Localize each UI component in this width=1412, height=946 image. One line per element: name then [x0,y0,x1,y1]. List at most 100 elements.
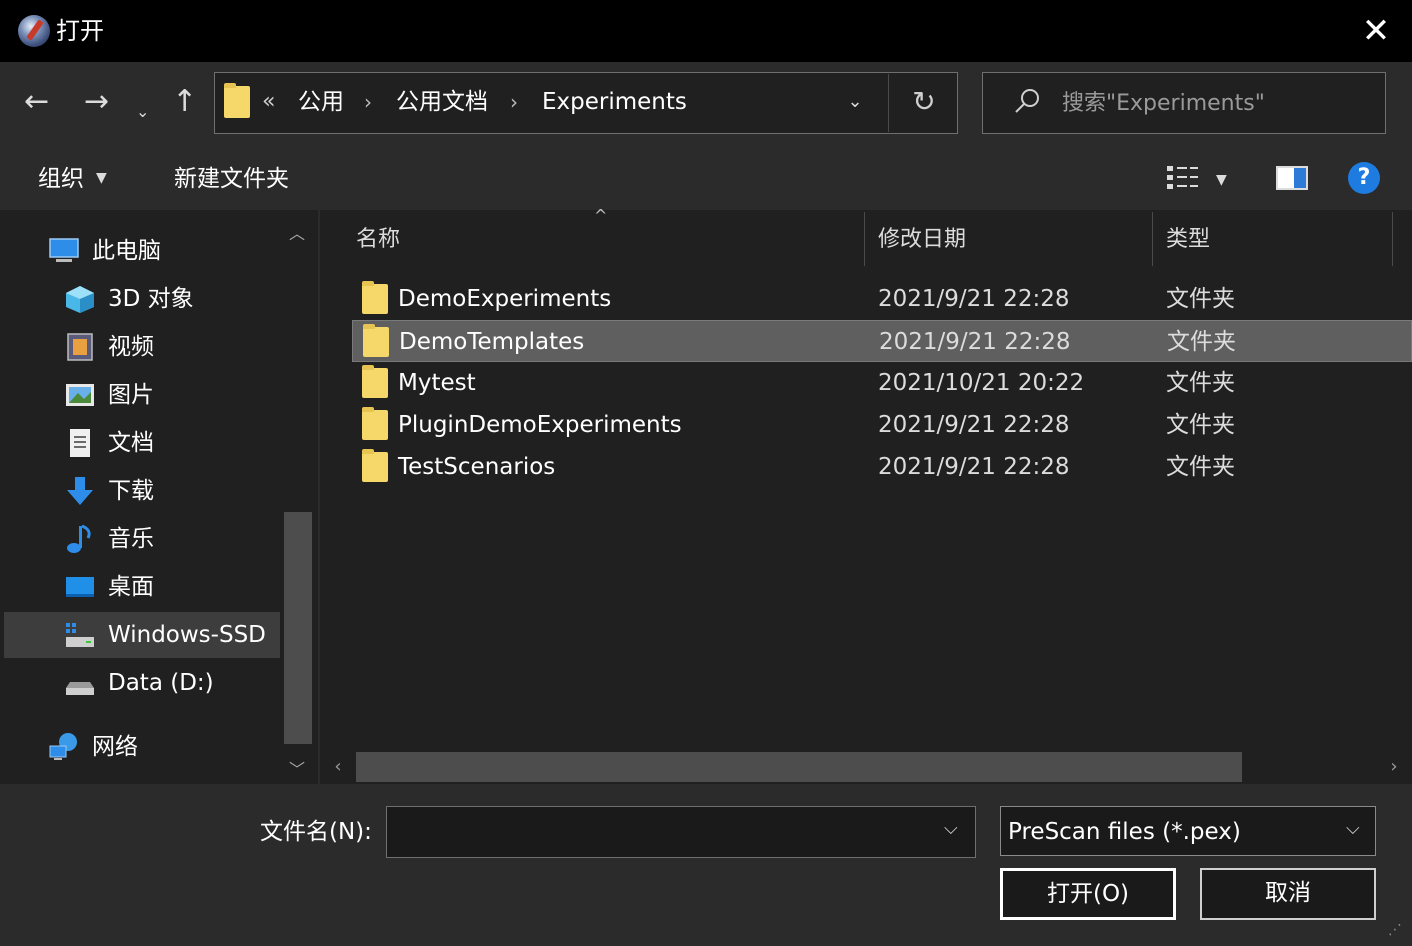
breadcrumb-item[interactable]: Experiments [542,86,687,118]
folder-icon [363,324,389,357]
forward-button[interactable]: → [84,82,109,122]
scroll-up-icon[interactable]: ︿ [282,220,312,243]
scroll-left-icon[interactable]: ‹ [326,754,350,780]
file-row[interactable]: DemoExperiments 2021/9/21 22:28 文件夹 [352,278,1412,320]
scroll-down-icon[interactable]: ﹀ [282,756,312,779]
search-input[interactable] [1062,84,1372,122]
file-name: TestScenarios [398,454,556,480]
video-icon [67,333,93,361]
filename-label: 文件名(N): [260,819,372,845]
file-name: Mytest [398,370,476,396]
close-button[interactable]: ✕ [1356,12,1396,52]
picture-icon [66,384,94,406]
sidebar-item-data-d[interactable]: Data (D:) [0,660,282,706]
organize-menu-button[interactable]: 组织 [38,162,84,196]
sidebar-item-videos[interactable]: 视频 [0,324,282,370]
cancel-button[interactable]: 取消 [1200,868,1376,920]
breadcrumb-item[interactable]: 公用文档 [396,86,488,118]
column-header-name[interactable]: 名称 [356,224,400,256]
nav-scrollbar-thumb[interactable] [284,512,312,744]
sidebar-item-label: 视频 [108,334,154,360]
sidebar-item-windows-ssd[interactable]: Windows-SSD [0,612,282,658]
address-dropdown-button[interactable]: ⌄ [840,86,870,118]
sidebar-item-music[interactable]: 音乐 [0,516,282,562]
back-button[interactable]: ← [24,82,49,122]
sidebar-item-label: 网络 [92,734,138,760]
sidebar-item-label: 下载 [108,478,154,504]
resize-grip-icon[interactable]: ⋰ [1388,922,1408,942]
file-date: 2021/9/21 22:28 [878,286,1070,312]
file-type: 文件夹 [1166,286,1235,312]
sort-ascending-icon: ^ [594,206,608,225]
column-divider[interactable] [864,212,865,266]
sidebar-item-label: 文档 [108,430,154,456]
sidebar-item-downloads[interactable]: 下载 [0,468,282,514]
download-icon [67,477,93,505]
file-type: 文件夹 [1166,370,1235,396]
help-icon[interactable]: ? [1348,162,1380,194]
column-header-type[interactable]: 类型 [1166,224,1210,256]
column-header-date[interactable]: 修改日期 [878,224,966,256]
file-type-filter-value: PreScan files (*.pex) [1008,819,1241,845]
breadcrumb-chevron-icon[interactable]: › [364,86,372,118]
filename-combobox[interactable] [386,806,976,858]
caret-down-icon[interactable]: ▼ [96,170,107,186]
refresh-button[interactable]: ↻ [906,84,942,120]
file-type: 文件夹 [1166,412,1235,438]
sidebar-item-3d-objects[interactable]: 3D 对象 [0,276,282,322]
address-divider [888,74,889,132]
sidebar-item-label: 图片 [108,382,154,408]
drive-icon [66,623,94,647]
column-divider[interactable] [1152,212,1153,266]
file-date: 2021/9/21 22:28 [879,329,1071,355]
folder-icon [362,407,388,440]
recent-locations-button[interactable]: ⌄ [136,92,149,132]
folder-icon [362,449,388,482]
sidebar-item-label: 音乐 [108,526,154,552]
file-row[interactable]: Mytest 2021/10/21 20:22 文件夹 [352,362,1412,404]
open-button[interactable]: 打开(O) [1000,868,1176,920]
chevron-down-icon[interactable]: ⌵ [1346,818,1360,839]
app-globe-icon [18,15,50,47]
title-bar [0,0,1412,62]
desktop-icon [66,577,94,597]
network-icon [49,733,77,760]
view-caret-down-icon[interactable]: ▼ [1216,172,1227,188]
column-divider[interactable] [1392,212,1393,266]
sidebar-item-label: Windows-SSD [108,622,266,648]
file-row[interactable]: PluginDemoExperiments 2021/9/21 22:28 文件… [352,404,1412,446]
file-date: 2021/10/21 20:22 [878,370,1085,396]
up-button[interactable]: ↑ [172,82,197,122]
breadcrumb-chevron-icon[interactable]: › [510,86,518,118]
sidebar-item-desktop[interactable]: 桌面 [0,564,282,610]
cube-3d-icon [66,286,94,313]
sidebar-item-network[interactable]: 网络 [0,724,282,770]
computer-icon [49,238,79,262]
scroll-right-icon[interactable]: › [1382,754,1406,780]
sidebar-item-label: 3D 对象 [108,286,194,312]
filename-input[interactable] [387,807,927,855]
file-name: PluginDemoExperiments [398,412,682,438]
folder-icon [224,83,250,118]
sidebar-item-pictures[interactable]: 图片 [0,372,282,418]
chevron-down-icon[interactable]: ⌵ [944,818,958,839]
file-type: 文件夹 [1166,454,1235,480]
file-row[interactable]: TestScenarios 2021/9/21 22:28 文件夹 [352,446,1412,488]
new-folder-button[interactable]: 新建文件夹 [174,162,289,196]
folder-icon [362,281,388,314]
breadcrumb-item[interactable]: 公用 [298,86,344,118]
file-row-selected[interactable]: DemoTemplates 2021/9/21 22:28 文件夹 [352,320,1412,362]
sidebar-item-documents[interactable]: 文档 [0,420,282,466]
breadcrumb-overflow-button[interactable]: « [262,86,275,118]
view-options-icon[interactable] [1166,164,1200,192]
file-type: 文件夹 [1167,329,1236,355]
file-name: DemoTemplates [399,329,585,355]
preview-pane-icon[interactable] [1276,166,1308,190]
sidebar-item-label: 桌面 [108,574,154,600]
drive-icon [66,682,94,695]
file-date: 2021/9/21 22:28 [878,454,1070,480]
file-date: 2021/9/21 22:28 [878,412,1070,438]
window-title: 打开 [56,17,104,45]
horizontal-scrollbar-thumb[interactable] [356,752,1242,782]
sidebar-item-this-pc[interactable]: 此电脑 [0,228,282,274]
